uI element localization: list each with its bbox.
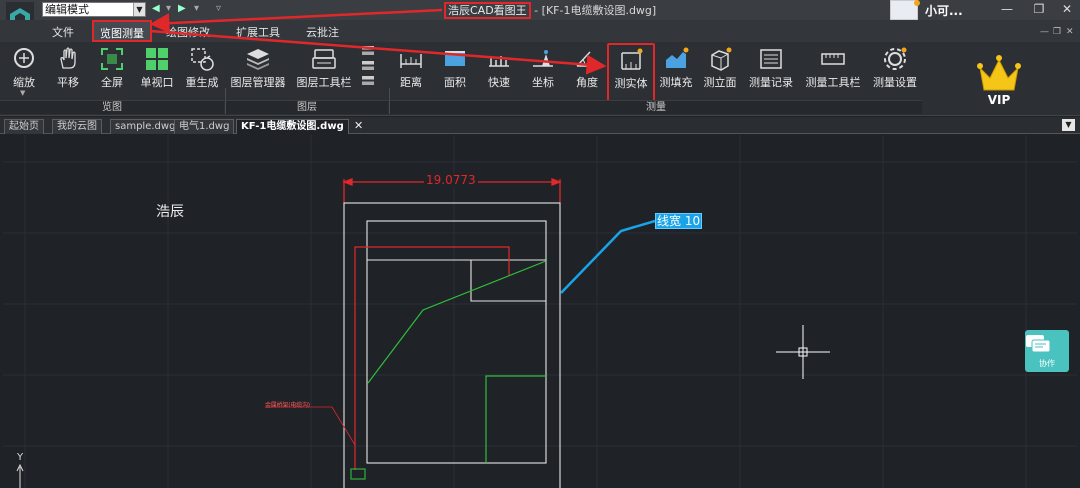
annotation-arrow-overlay — [149, 8, 607, 75]
arrow-to-tool-icon — [149, 29, 607, 75]
arrow-to-tab-icon — [149, 8, 443, 34]
